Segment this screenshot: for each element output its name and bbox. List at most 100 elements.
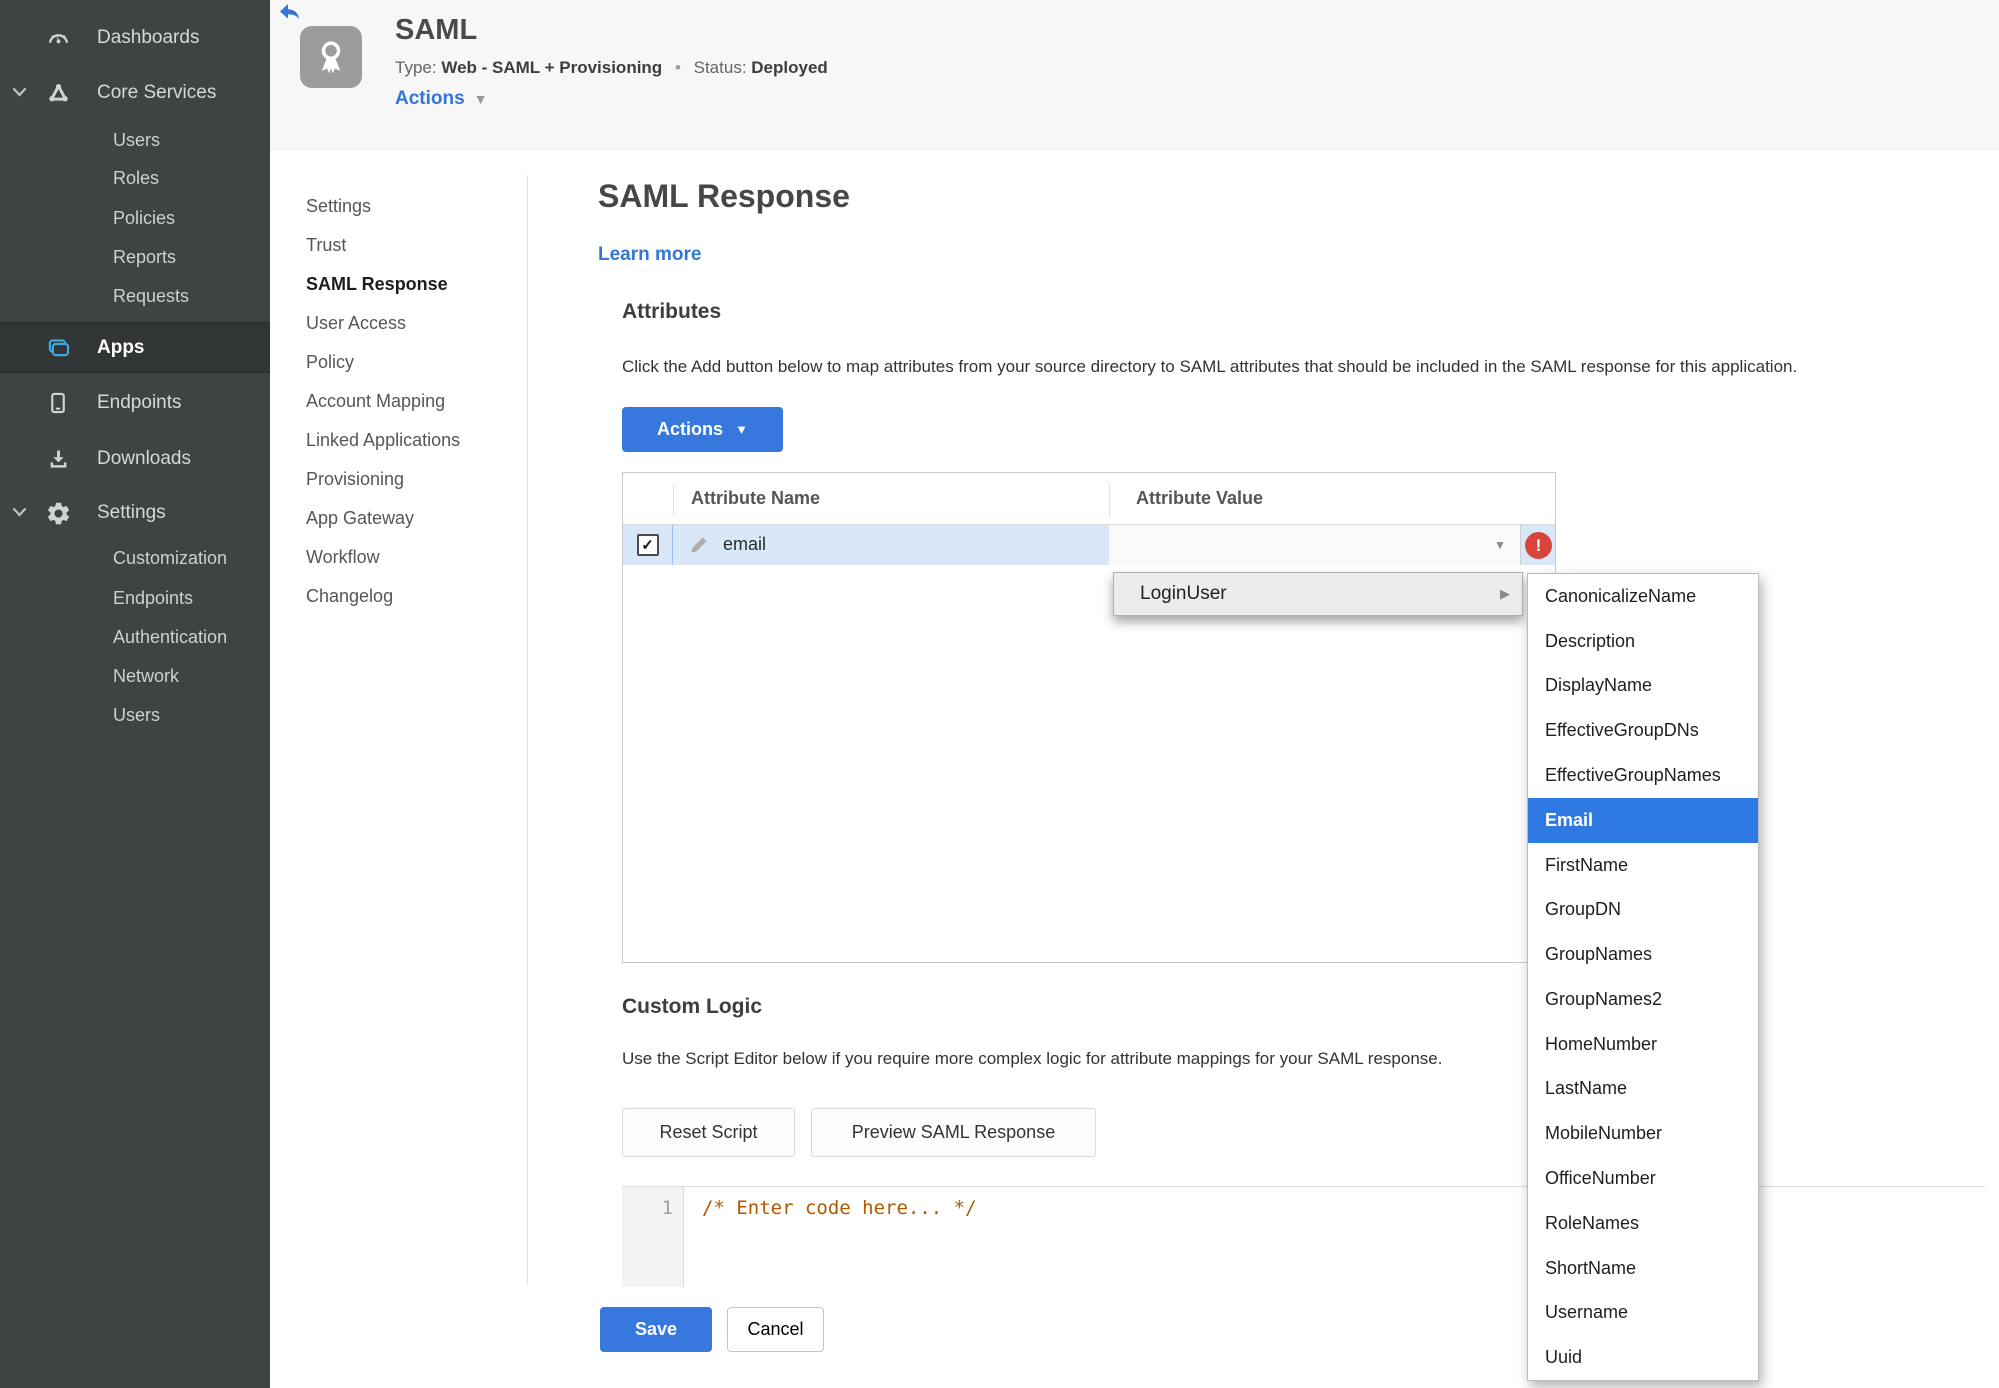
sidebar-item-downloads[interactable]: Downloads bbox=[0, 436, 270, 482]
attribute-name-value: email bbox=[723, 534, 767, 554]
submenu-item-canonicalizename[interactable]: CanonicalizeName bbox=[1528, 574, 1758, 619]
sidebar-item-authentication[interactable]: Authentication bbox=[0, 618, 270, 656]
submenu-item-officenumber[interactable]: OfficeNumber bbox=[1528, 1156, 1758, 1201]
tab-app-gateway[interactable]: App Gateway bbox=[306, 499, 460, 538]
sidebar-item-label: Dashboards bbox=[97, 27, 200, 48]
sidebar-item-customization[interactable]: Customization bbox=[0, 539, 270, 577]
sidebar-item-core-services[interactable]: Core Services bbox=[0, 71, 270, 115]
attributes-actions-button[interactable]: Actions ▼ bbox=[622, 407, 783, 452]
sidebar-subitem-label: Users bbox=[113, 704, 161, 725]
submenu-item-effectivegroupnames[interactable]: EffectiveGroupNames bbox=[1528, 753, 1758, 798]
tab-linked-applications[interactable]: Linked Applications bbox=[306, 421, 460, 460]
custom-logic-description: Use the Script Editor below if you requi… bbox=[622, 1049, 1443, 1068]
submenu-item-displayname[interactable]: DisplayName bbox=[1528, 664, 1758, 709]
pencil-icon[interactable] bbox=[687, 533, 711, 557]
sidebar-item-label: Apps bbox=[97, 336, 145, 358]
apps-icon bbox=[44, 334, 72, 362]
submenu-item-homenumber[interactable]: HomeNumber bbox=[1528, 1022, 1758, 1067]
sidebar-item-roles[interactable]: Roles bbox=[0, 159, 270, 197]
app-meta-line: Type: Web - SAML + Provisioning • Status… bbox=[395, 58, 828, 78]
device-icon bbox=[44, 389, 72, 417]
submenu-item-description[interactable]: Description bbox=[1528, 619, 1758, 664]
actions-button-label: Actions bbox=[657, 419, 724, 439]
tab-user-access[interactable]: User Access bbox=[306, 304, 460, 343]
status-badge: Deployed bbox=[751, 58, 828, 77]
submenu-item-shortname[interactable]: ShortName bbox=[1528, 1246, 1758, 1291]
chevron-down-icon[interactable] bbox=[12, 502, 27, 524]
learn-more-link[interactable]: Learn more bbox=[598, 244, 701, 266]
sidebar: Dashboards Core Services Users Roles Pol… bbox=[0, 0, 270, 1388]
row-checkbox-cell: ✓ bbox=[623, 525, 673, 565]
sidebar-item-apps[interactable]: Apps bbox=[0, 322, 270, 373]
tab-account-mapping[interactable]: Account Mapping bbox=[306, 382, 460, 421]
submenu-item-groupdn[interactable]: GroupDN bbox=[1528, 887, 1758, 932]
sidebar-item-users[interactable]: Users bbox=[0, 121, 270, 159]
custom-logic-heading: Custom Logic bbox=[622, 995, 762, 1018]
attributes-description: Click the Add button below to map attrib… bbox=[622, 357, 1798, 376]
tab-saml-response[interactable]: SAML Response bbox=[306, 265, 460, 304]
sidebar-item-settings-users[interactable]: Users bbox=[0, 696, 270, 734]
save-button[interactable]: Save bbox=[600, 1307, 712, 1352]
tab-changelog[interactable]: Changelog bbox=[306, 577, 460, 616]
attributes-heading: Attributes bbox=[622, 300, 722, 323]
submenu-item-email[interactable]: Email bbox=[1528, 797, 1758, 843]
tab-policy[interactable]: Policy bbox=[306, 343, 460, 382]
gauge-icon bbox=[44, 24, 72, 52]
sidebar-subitem-label: Authentication bbox=[113, 626, 228, 647]
sidebar-subitem-label: Policies bbox=[113, 207, 176, 228]
submenu-item-effectivegroupdns[interactable]: EffectiveGroupDNs bbox=[1528, 708, 1758, 753]
header-actions-menu[interactable]: Actions ▼ bbox=[395, 88, 488, 110]
sidebar-item-endpoints[interactable]: Endpoints bbox=[0, 380, 270, 426]
column-divider bbox=[1109, 483, 1110, 517]
gear-icon bbox=[44, 499, 72, 527]
submenu-item-groupnames2[interactable]: GroupNames2 bbox=[1528, 977, 1758, 1022]
row-checkbox[interactable]: ✓ bbox=[636, 534, 659, 556]
column-divider bbox=[673, 483, 674, 517]
submenu-item-lastname[interactable]: LastName bbox=[1528, 1067, 1758, 1112]
core-services-icon bbox=[44, 79, 72, 107]
table-row[interactable]: ✓ email ▼ ! bbox=[623, 525, 1555, 565]
error-exclamation-icon: ! bbox=[1525, 532, 1552, 559]
chevron-down-icon: ▼ bbox=[473, 91, 488, 107]
sidebar-subitem-label: Reports bbox=[113, 246, 177, 267]
sidebar-item-network[interactable]: Network bbox=[0, 657, 270, 695]
editor-code[interactable]: /* Enter code here... */ bbox=[702, 1197, 977, 1219]
submenu-item-rolenames[interactable]: RoleNames bbox=[1528, 1201, 1758, 1246]
sidebar-item-requests[interactable]: Requests bbox=[0, 277, 270, 315]
sidebar-item-label: Downloads bbox=[97, 448, 191, 469]
sidebar-item-policies[interactable]: Policies bbox=[0, 199, 270, 237]
sidebar-item-reports[interactable]: Reports bbox=[0, 238, 270, 276]
submenu-item-uuid[interactable]: Uuid bbox=[1528, 1335, 1758, 1380]
submenu-item-groupnames[interactable]: GroupNames bbox=[1528, 932, 1758, 977]
cancel-button[interactable]: Cancel bbox=[727, 1307, 824, 1352]
tab-provisioning[interactable]: Provisioning bbox=[306, 460, 460, 499]
back-arrow-icon[interactable] bbox=[278, 3, 302, 23]
app-window: Dashboards Core Services Users Roles Pol… bbox=[0, 0, 1999, 1388]
sidebar-subitem-label: Network bbox=[113, 665, 180, 686]
reset-script-button[interactable]: Reset Script bbox=[622, 1108, 795, 1157]
tab-settings[interactable]: Settings bbox=[306, 187, 460, 226]
sidebar-item-label: Endpoints bbox=[97, 392, 182, 413]
download-icon bbox=[44, 445, 72, 473]
tab-workflow[interactable]: Workflow bbox=[306, 538, 460, 577]
value-menu-loginuser[interactable]: LoginUser ▶ bbox=[1113, 572, 1523, 616]
status-label: Status: bbox=[693, 58, 747, 77]
checkmark-icon: ✓ bbox=[641, 537, 654, 554]
submenu-item-username[interactable]: Username bbox=[1528, 1291, 1758, 1336]
attribute-value-dropdown[interactable]: ▼ bbox=[1109, 525, 1521, 565]
sidebar-item-settings[interactable]: Settings bbox=[0, 490, 270, 536]
tab-trust[interactable]: Trust bbox=[306, 226, 460, 265]
editor-line-gutter: 1 bbox=[622, 1187, 684, 1287]
attributes-table: Attribute Name Attribute Value ✓ email ▼… bbox=[622, 472, 1556, 963]
sidebar-subitem-label: Requests bbox=[113, 285, 190, 306]
sidebar-item-settings-endpoints[interactable]: Endpoints bbox=[0, 579, 270, 617]
submenu-arrow-icon: ▶ bbox=[1500, 586, 1510, 601]
sidebar-item-dashboards[interactable]: Dashboards bbox=[0, 16, 270, 60]
preview-saml-response-button[interactable]: Preview SAML Response bbox=[811, 1108, 1096, 1157]
submenu-item-mobilenumber[interactable]: MobileNumber bbox=[1528, 1111, 1758, 1156]
sidebar-subitem-label: Users bbox=[113, 129, 161, 150]
submenu-item-firstname[interactable]: FirstName bbox=[1528, 843, 1758, 888]
script-editor[interactable]: 1 /* Enter code here... */ bbox=[622, 1186, 1985, 1287]
chevron-down-icon[interactable] bbox=[12, 82, 27, 104]
column-header-attribute-name: Attribute Name bbox=[691, 488, 821, 508]
